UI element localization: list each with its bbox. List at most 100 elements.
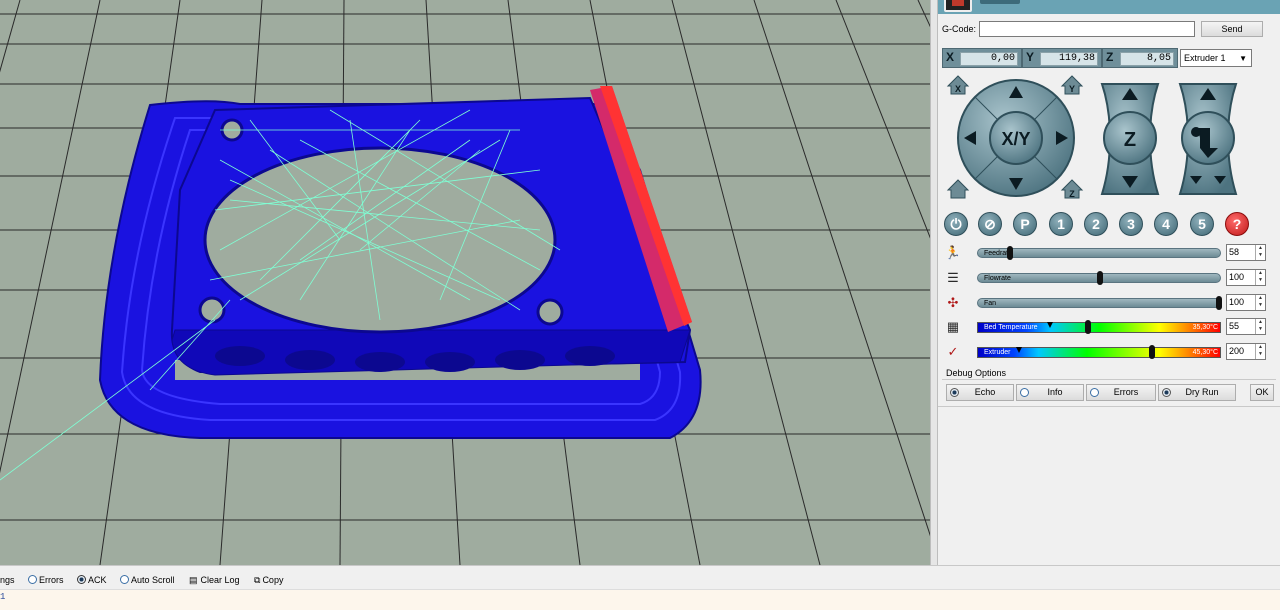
fan-spinbox[interactable]: 100 ▲ ▼ xyxy=(1226,294,1266,311)
debug-info-toggle[interactable]: Info xyxy=(1016,384,1084,401)
park-button[interactable]: P xyxy=(1013,212,1037,236)
preset-2-button[interactable]: 2 xyxy=(1084,212,1108,236)
log-line: 1 xyxy=(0,592,6,602)
feedrate-spinbox[interactable]: 58 ▲ ▼ xyxy=(1226,244,1266,261)
power-button[interactable]: ⏻ xyxy=(944,212,968,236)
home-y-button[interactable]: Y xyxy=(1060,75,1084,95)
debug-options-title: Debug Options xyxy=(946,368,1007,378)
extruder-jog-control[interactable] xyxy=(1178,83,1238,195)
extruder-temperature-spinbox[interactable]: 200 ▲ ▼ xyxy=(1226,343,1266,360)
extruder-select[interactable]: Extruder 1 ▼ xyxy=(1180,49,1252,67)
log-autoscroll-toggle[interactable]: Auto Scroll xyxy=(120,575,175,585)
x-axis-label: X xyxy=(946,50,955,64)
home-z-button[interactable]: Z xyxy=(1060,179,1084,199)
radio-icon xyxy=(28,575,37,584)
panel-header xyxy=(938,0,1280,14)
bed-temperature-spinbox[interactable]: 55 ▲ ▼ xyxy=(1226,318,1266,335)
help-button[interactable]: ? xyxy=(1225,212,1249,236)
preset-1-button[interactable]: 1 xyxy=(1049,212,1073,236)
spin-arrows-icon[interactable]: ▲ ▼ xyxy=(1255,295,1265,310)
radio-icon xyxy=(77,575,86,584)
log-errors-label: Errors xyxy=(39,575,64,585)
debug-dry-run-label: Dry Run xyxy=(1185,387,1219,397)
log-output[interactable]: 1 xyxy=(0,589,1280,610)
flowrate-value: 100 xyxy=(1229,272,1245,282)
log-ack-toggle[interactable]: ACK xyxy=(77,575,107,585)
preset-3-label: 3 xyxy=(1127,216,1135,232)
log-errors-toggle[interactable]: Errors xyxy=(28,575,64,585)
feedrate-slider[interactable]: Feedrate xyxy=(977,246,1221,260)
gcode-label: G-Code: xyxy=(942,24,977,34)
z-jog-control[interactable]: Z xyxy=(1100,83,1160,195)
extruder-temperature-reading: 45,30°C xyxy=(1192,349,1218,356)
log-settings-tab[interactable]: ngs xyxy=(0,575,15,585)
flowrate-slider[interactable]: Flowrate xyxy=(977,271,1221,285)
printed-part-model xyxy=(98,86,702,439)
extruder-temperature-setpoint: 200 xyxy=(1229,346,1245,356)
preset-4-button[interactable]: 4 xyxy=(1154,212,1178,236)
extruder-select-value: Extruder 1 xyxy=(1184,53,1226,63)
heated-bed-icon: ▦ xyxy=(946,319,960,334)
motors-off-button[interactable]: ⊘ xyxy=(978,212,1002,236)
fan-slider[interactable]: Fan xyxy=(977,296,1222,310)
send-button[interactable]: Send xyxy=(1201,21,1263,37)
debug-errors-toggle[interactable]: Errors xyxy=(1086,384,1156,401)
extruder-temperature-row: ✓ Extruder 45,30°C 200 ▲ ▼ xyxy=(944,343,1274,361)
spin-arrows-icon[interactable]: ▲ ▼ xyxy=(1255,319,1265,334)
z-jog-label: Z xyxy=(1124,129,1136,151)
bed-temperature-row: ▦ Bed Temperature 35,30°C 55 ▲ ▼ xyxy=(944,318,1274,336)
power-icon: ⏻ xyxy=(950,216,962,232)
home-x-button[interactable]: X xyxy=(946,75,970,95)
flowrate-slider-thumb[interactable] xyxy=(1097,271,1103,285)
preset-3-button[interactable]: 3 xyxy=(1119,212,1143,236)
print-preview-canvas[interactable] xyxy=(0,0,930,565)
home-z-label: Z xyxy=(1069,189,1075,199)
flowrate-row: ☰ Flowrate 100 ▲ ▼ xyxy=(944,269,1274,287)
copy-log-button[interactable]: ⧉ Copy xyxy=(254,575,283,586)
bed-temperature-label: Bed Temperature xyxy=(984,324,1038,331)
preset-5-button[interactable]: 5 xyxy=(1190,212,1214,236)
bed-temperature-slider[interactable]: Bed Temperature 35,30°C xyxy=(977,320,1221,334)
feedrate-slider-thumb[interactable] xyxy=(1007,246,1013,260)
preset-4-label: 4 xyxy=(1162,216,1170,232)
extruder-temperature-slider[interactable]: Extruder 45,30°C xyxy=(977,345,1221,359)
home-all-button[interactable] xyxy=(946,179,970,199)
debug-dry-run-toggle[interactable]: Dry Run xyxy=(1158,384,1236,401)
x-position-value: 0,00 xyxy=(960,52,1018,66)
clear-log-label: Clear Log xyxy=(200,575,240,585)
clear-log-icon: ▤ xyxy=(189,575,198,585)
divider xyxy=(938,406,1280,407)
divider xyxy=(942,379,1276,380)
fan-slider-thumb[interactable] xyxy=(1216,296,1222,310)
log-autoscroll-label: Auto Scroll xyxy=(131,575,175,585)
x-coordinate: X 0,00 xyxy=(942,48,1022,68)
spin-arrows-icon[interactable]: ▲ ▼ xyxy=(1255,270,1265,285)
debug-echo-toggle[interactable]: Echo xyxy=(946,384,1014,401)
flowrate-label: Flowrate xyxy=(984,275,1011,282)
spin-arrows-icon[interactable]: ▲ ▼ xyxy=(1255,245,1265,260)
spin-arrows-icon[interactable]: ▲ ▼ xyxy=(1255,344,1265,359)
bed-temperature-setpoint: 55 xyxy=(1229,321,1240,331)
extruder-target-thumb[interactable] xyxy=(1149,345,1155,359)
bed-target-thumb[interactable] xyxy=(1085,320,1091,334)
flowrate-spinbox[interactable]: 100 ▲ ▼ xyxy=(1226,269,1266,286)
debug-errors-label: Errors xyxy=(1113,387,1139,397)
copy-icon: ⧉ xyxy=(254,575,261,585)
header-title-graphic xyxy=(980,0,1020,4)
fan-row: ✣ Fan 100 ▲ ▼ xyxy=(944,294,1274,312)
3d-print-viewport[interactable] xyxy=(0,0,930,565)
feedrate-row: 🏃 Feedrate 58 ▲ ▼ xyxy=(944,244,1274,262)
fan-label: Fan xyxy=(984,300,997,307)
clear-log-button[interactable]: ▤ Clear Log xyxy=(189,575,240,586)
flowrate-icon: ☰ xyxy=(947,270,959,285)
bed-temperature-reading: 35,30°C xyxy=(1192,324,1218,331)
bed-current-marker xyxy=(1047,322,1053,328)
gcode-input[interactable] xyxy=(979,21,1195,37)
preset-1-label: 1 xyxy=(1057,216,1065,232)
no-motor-icon: ⊘ xyxy=(984,216,996,232)
panel-splitter[interactable] xyxy=(930,0,938,565)
xy-jog-pad[interactable]: X/Y xyxy=(957,79,1075,197)
log-ack-label: ACK xyxy=(88,575,107,585)
debug-ok-button[interactable]: OK xyxy=(1250,384,1274,401)
preset-2-label: 2 xyxy=(1092,216,1100,232)
